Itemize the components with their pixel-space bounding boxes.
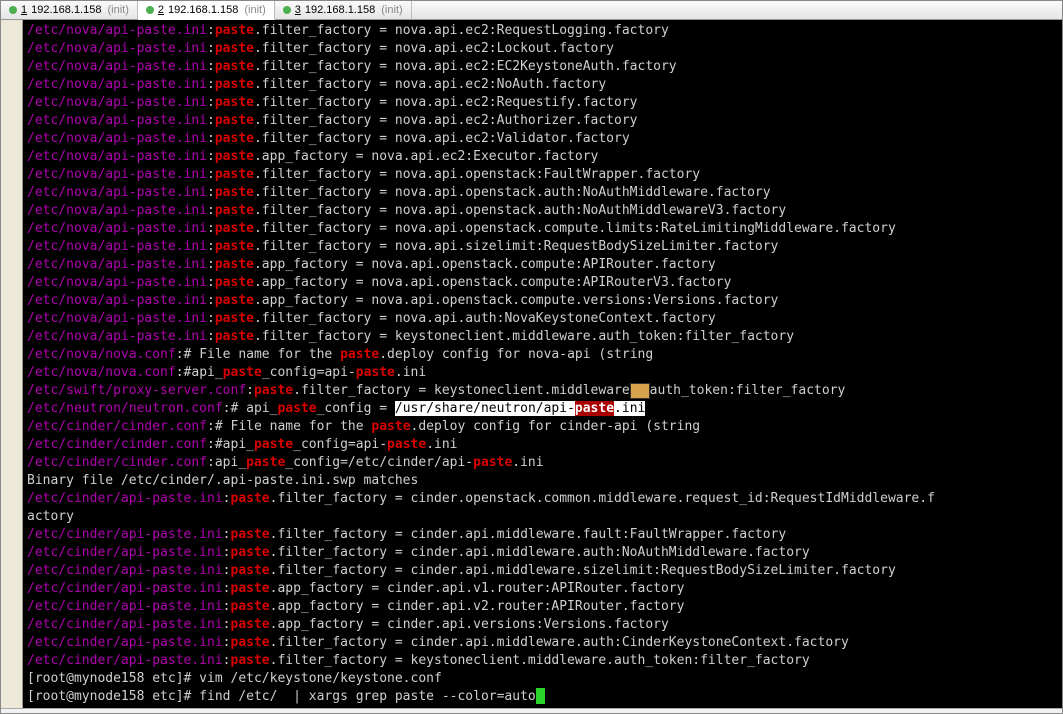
folder-icon (630, 383, 650, 399)
grep-line: /etc/cinder/api-paste.ini:paste.app_fact… (27, 580, 1058, 598)
grep-line: /etc/nova/api-paste.ini:paste.filter_fac… (27, 130, 1058, 148)
tab-status: (init) (107, 4, 128, 16)
grep-line: /etc/nova/api-paste.ini:paste.app_factor… (27, 256, 1058, 274)
grep-line: /etc/neutron/neutron.conf:# api_paste_co… (27, 400, 1058, 418)
status-dot-icon (9, 6, 17, 14)
grep-line: /etc/nova/api-paste.ini:paste.filter_fac… (27, 328, 1058, 346)
shell-prompt-active[interactable]: [root@mynode158 etc]# find /etc/ | xargs… (27, 688, 1058, 706)
grep-binary-line: Binary file /etc/cinder/.api-paste.ini.s… (27, 472, 1058, 490)
grep-line: /etc/cinder/api-paste.ini:paste.filter_f… (27, 634, 1058, 652)
tab-number: 1 (21, 4, 27, 16)
grep-line: /etc/nova/api-paste.ini:paste.filter_fac… (27, 76, 1058, 94)
grep-line: /etc/nova/api-paste.ini:paste.filter_fac… (27, 40, 1058, 58)
grep-line: /etc/nova/api-paste.ini:paste.filter_fac… (27, 220, 1058, 238)
tab-number: 3 (295, 4, 301, 16)
tab-2[interactable]: 2 192.168.1.158 (init) (138, 1, 275, 20)
grep-line: /etc/nova/api-paste.ini:paste.filter_fac… (27, 238, 1058, 256)
grep-line: /etc/nova/api-paste.ini:paste.filter_fac… (27, 58, 1058, 76)
status-bar (1, 708, 1062, 713)
window-body: /etc/nova/api-paste.ini:paste.filter_fac… (1, 20, 1062, 708)
cursor-icon (536, 688, 545, 704)
text-selection[interactable]: /usr/share/neutron/api-paste.ini (395, 401, 645, 416)
shell-prompt: [root@mynode158 etc]# vim /etc/keystone/… (27, 670, 1058, 688)
grep-line: /etc/nova/api-paste.ini:paste.filter_fac… (27, 184, 1058, 202)
grep-line: /etc/swift/proxy-server.conf:paste.filte… (27, 382, 1058, 400)
grep-line: /etc/cinder/api-paste.ini:paste.app_fact… (27, 598, 1058, 616)
grep-line: /etc/nova/api-paste.ini:paste.filter_fac… (27, 310, 1058, 328)
grep-line: /etc/nova/api-paste.ini:paste.filter_fac… (27, 112, 1058, 130)
grep-line: /etc/nova/api-paste.ini:paste.filter_fac… (27, 94, 1058, 112)
tab-status: (init) (381, 4, 402, 16)
grep-line: /etc/cinder/api-paste.ini:paste.filter_f… (27, 652, 1058, 670)
tab-number: 2 (158, 4, 164, 16)
terminal-window: 1 192.168.1.158 (init) 2 192.168.1.158 (init)… (0, 0, 1063, 714)
tab-label: 192.168.1.158 (31, 4, 101, 16)
grep-line: /etc/nova/api-paste.ini:paste.app_factor… (27, 274, 1058, 292)
terminal-output[interactable]: /etc/nova/api-paste.ini:paste.filter_fac… (23, 20, 1062, 708)
grep-line: /etc/nova/api-paste.ini:paste.filter_fac… (27, 22, 1058, 40)
status-dot-icon (146, 6, 154, 14)
grep-line: /etc/cinder/api-paste.ini:paste.app_fact… (27, 616, 1058, 634)
grep-line: /etc/nova/api-paste.ini:paste.filter_fac… (27, 166, 1058, 184)
tab-label: 192.168.1.158 (305, 4, 375, 16)
tab-3[interactable]: 3 192.168.1.158 (init) (275, 1, 412, 19)
grep-line: /etc/cinder/api-paste.ini:paste.filter_f… (27, 544, 1058, 562)
grep-line: /etc/nova/nova.conf:#api_paste_config=ap… (27, 364, 1058, 382)
grep-line-wrap: actory (27, 508, 1058, 526)
grep-line: /etc/nova/nova.conf:# File name for the … (27, 346, 1058, 364)
status-dot-icon (283, 6, 291, 14)
grep-line: /etc/cinder/cinder.conf:# File name for … (27, 418, 1058, 436)
grep-line: /etc/cinder/api-paste.ini:paste.filter_f… (27, 490, 1058, 508)
tab-1[interactable]: 1 192.168.1.158 (init) (1, 1, 138, 19)
tab-bar: 1 192.168.1.158 (init) 2 192.168.1.158 (init)… (1, 1, 1062, 20)
grep-line: /etc/cinder/api-paste.ini:paste.filter_f… (27, 526, 1058, 544)
grep-line: /etc/nova/api-paste.ini:paste.filter_fac… (27, 202, 1058, 220)
tab-label: 192.168.1.158 (168, 4, 238, 16)
grep-line: /etc/cinder/api-paste.ini:paste.filter_f… (27, 562, 1058, 580)
grep-line: /etc/nova/api-paste.ini:paste.app_factor… (27, 292, 1058, 310)
grep-line: /etc/cinder/cinder.conf:#api_paste_confi… (27, 436, 1058, 454)
tab-status: (init) (244, 4, 265, 16)
grep-line: /etc/cinder/cinder.conf:api_paste_config… (27, 454, 1058, 472)
grep-line: /etc/nova/api-paste.ini:paste.app_factor… (27, 148, 1058, 166)
sidebar-rail[interactable] (1, 20, 23, 708)
